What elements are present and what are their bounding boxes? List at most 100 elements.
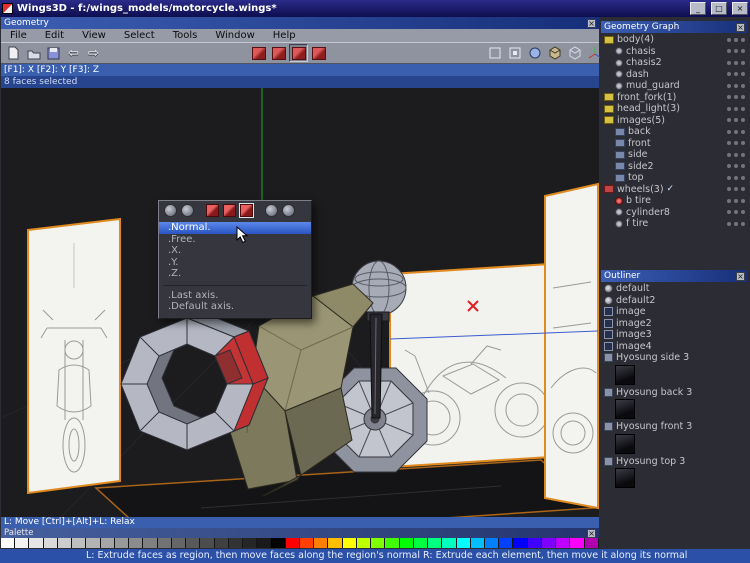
geometry-graph-item[interactable]: top <box>601 172 748 184</box>
eye-icon[interactable] <box>727 61 731 65</box>
palette-swatch[interactable] <box>556 538 570 548</box>
vertex-mode-icon[interactable] <box>206 204 219 217</box>
palette-swatch[interactable] <box>328 538 342 548</box>
eye-icon[interactable] <box>727 187 731 191</box>
palette-swatch[interactable] <box>542 538 556 548</box>
wire-icon[interactable] <box>741 38 745 42</box>
geometry-graph-item[interactable]: wheels(3) ✓ <box>601 184 748 196</box>
texture-thumbnail[interactable] <box>615 468 635 488</box>
palette-swatch[interactable] <box>499 538 513 548</box>
eye-icon[interactable] <box>727 107 731 111</box>
context-menu-item[interactable]: .Normal. <box>159 222 311 234</box>
context-menu-item[interactable]: .Y. <box>159 257 311 269</box>
face-select-mode-icon[interactable] <box>289 44 308 62</box>
palette-swatch[interactable] <box>172 538 186 548</box>
palette-swatch[interactable] <box>229 538 243 548</box>
context-menu-item[interactable]: .Last axis. <box>159 290 311 302</box>
wire-icon[interactable] <box>741 210 745 214</box>
palette-swatch[interactable] <box>186 538 200 548</box>
palette-swatch[interactable] <box>115 538 129 548</box>
eye-icon[interactable] <box>727 38 731 42</box>
eye-icon[interactable] <box>727 130 731 134</box>
outliner-item[interactable]: image3 <box>601 329 748 341</box>
eye-icon[interactable] <box>727 164 731 168</box>
palette-swatch[interactable] <box>314 538 328 548</box>
lock-icon[interactable] <box>734 118 738 122</box>
outliner-item[interactable]: image4 <box>601 341 748 353</box>
vertex-select-mode-icon[interactable] <box>249 44 268 62</box>
geometry-graph-item[interactable]: dash <box>601 69 748 81</box>
palette-swatch[interactable] <box>385 538 399 548</box>
wire-icon[interactable] <box>741 222 745 226</box>
geometry-close-icon[interactable]: × <box>587 19 596 28</box>
outliner-item[interactable]: image <box>601 306 748 318</box>
shaded-view-icon[interactable] <box>545 44 564 62</box>
lock-icon[interactable] <box>734 84 738 88</box>
reference-plane-side2[interactable] <box>545 184 598 508</box>
palette-swatch[interactable] <box>86 538 100 548</box>
redo-icon[interactable]: ⇨ <box>84 44 103 62</box>
title-bar[interactable]: Wings3D - f:/wings_models/motorcycle.win… <box>0 0 750 17</box>
palette-swatch[interactable] <box>44 538 58 548</box>
context-menu-item[interactable]: .Default axis. <box>159 301 311 313</box>
palette-swatch[interactable] <box>343 538 357 548</box>
outliner-header[interactable]: Outliner × <box>601 270 748 282</box>
wire-icon[interactable] <box>741 61 745 65</box>
geometry-graph-item[interactable]: front_fork(1) <box>601 92 748 104</box>
geometry-graph-item[interactable]: head_light(3) <box>601 103 748 115</box>
outliner-item[interactable]: Hyosung side 3 <box>601 352 748 385</box>
palette-swatch[interactable] <box>371 538 385 548</box>
lock-icon[interactable] <box>734 61 738 65</box>
geometry-window-header[interactable]: Geometry × <box>1 17 599 29</box>
outliner-item[interactable]: default2 <box>601 295 748 307</box>
palette-swatch[interactable] <box>200 538 214 548</box>
wire-icon[interactable] <box>741 176 745 180</box>
ground-plane-icon[interactable] <box>485 44 504 62</box>
magnet-icon[interactable] <box>164 204 177 217</box>
palette-swatch[interactable] <box>29 538 43 548</box>
lock-icon[interactable] <box>734 72 738 76</box>
wire-icon[interactable] <box>741 153 745 157</box>
lock-icon[interactable] <box>734 199 738 203</box>
lock-icon[interactable] <box>734 187 738 191</box>
eye-icon[interactable] <box>727 199 731 203</box>
open-file-icon[interactable] <box>24 44 43 62</box>
geometry-graph-item[interactable]: images(5) <box>601 115 748 127</box>
eye-icon[interactable] <box>727 118 731 122</box>
palette-swatch[interactable] <box>1 538 15 548</box>
lock-icon[interactable] <box>734 153 738 157</box>
wire-icon[interactable] <box>741 164 745 168</box>
minimize-button[interactable]: _ <box>690 2 706 15</box>
lock-icon[interactable] <box>734 222 738 226</box>
menubar-item[interactable]: Tools <box>164 29 207 42</box>
palette-swatch[interactable] <box>257 538 271 548</box>
palette-swatch[interactable] <box>585 538 599 548</box>
geometry-graph-close-icon[interactable]: × <box>736 23 745 32</box>
palette-swatch[interactable] <box>471 538 485 548</box>
eye-icon[interactable] <box>727 210 731 214</box>
palette-header[interactable]: Palette × <box>1 528 599 538</box>
menubar-item[interactable]: Window <box>206 29 263 42</box>
save-file-icon[interactable] <box>44 44 63 62</box>
wire-icon[interactable] <box>741 130 745 134</box>
geometry-graph-item[interactable]: cylinder8 <box>601 207 748 219</box>
eye-icon[interactable] <box>727 84 731 88</box>
wire-icon[interactable] <box>741 107 745 111</box>
geometry-graph-item[interactable]: side2 <box>601 161 748 173</box>
palette-swatch[interactable] <box>300 538 314 548</box>
lock-icon[interactable] <box>734 130 738 134</box>
eye-icon[interactable] <box>727 95 731 99</box>
geometry-graph-item[interactable]: front <box>601 138 748 150</box>
undo-icon[interactable]: ⇦ <box>64 44 83 62</box>
lock-icon[interactable] <box>734 141 738 145</box>
outliner-item[interactable]: Hyosung back 3 <box>601 387 748 420</box>
palette-swatch[interactable] <box>243 538 257 548</box>
geometry-graph-item[interactable]: back <box>601 126 748 138</box>
texture-thumbnail[interactable] <box>615 434 635 454</box>
geometry-graph-item[interactable]: side <box>601 149 748 161</box>
palette-swatch[interactable] <box>101 538 115 548</box>
palette-swatch[interactable] <box>286 538 300 548</box>
palette-swatch[interactable] <box>528 538 542 548</box>
reference-plane-front[interactable] <box>28 219 120 493</box>
geometry-graph-header[interactable]: Geometry Graph × <box>601 21 748 33</box>
